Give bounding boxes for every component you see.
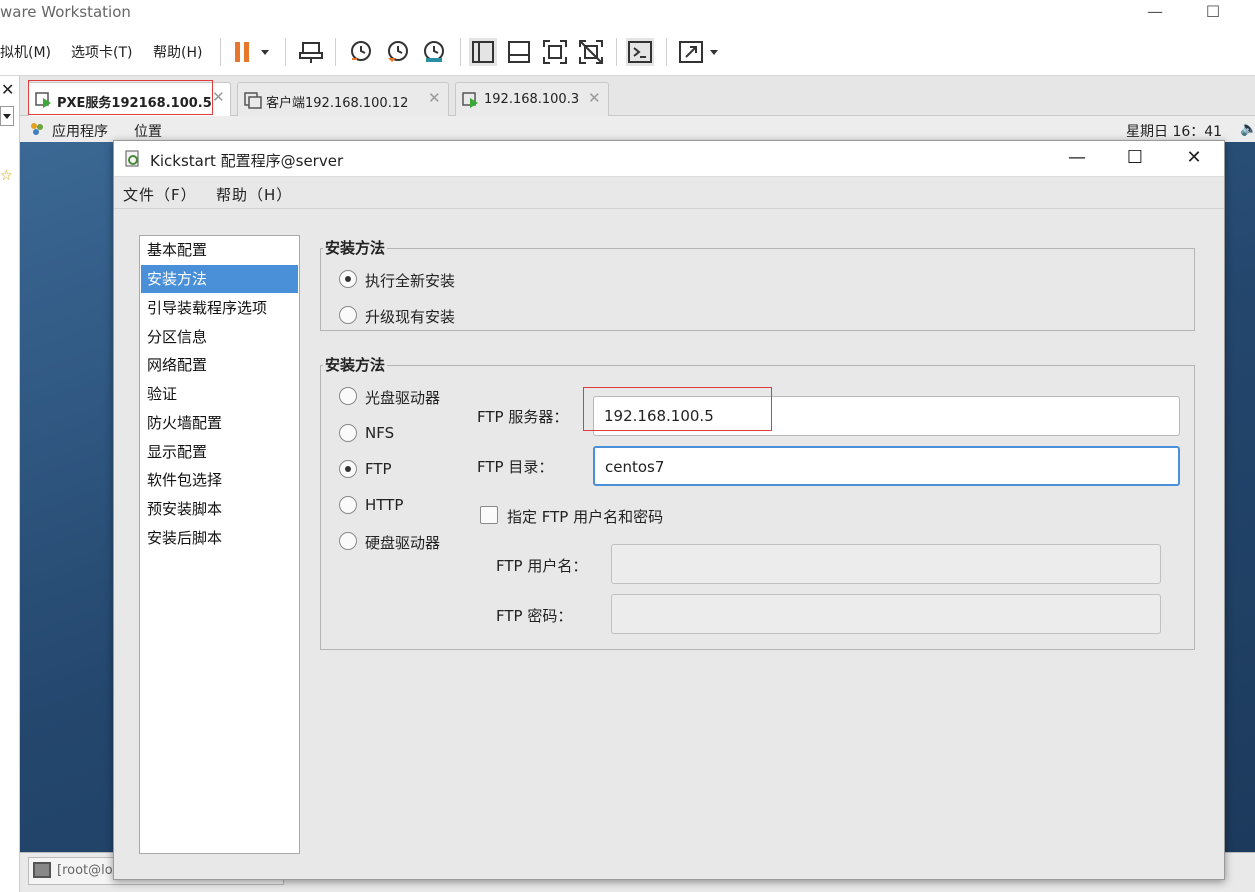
applications-menu[interactable]: 应用程序	[52, 121, 108, 141]
tab-label: 客户端192.168.100.12	[266, 96, 409, 111]
nav-network[interactable]: 网络配置	[141, 351, 298, 379]
maximize-button[interactable]: ☐	[1198, 2, 1228, 24]
vm-running-icon	[462, 91, 480, 109]
tab-vm-100-3[interactable]: 192.168.100.3 ✕	[455, 82, 609, 116]
ftp-server-label: FTP 服务器：	[477, 408, 569, 426]
menu-help[interactable]: 帮助(H)	[153, 42, 202, 62]
install-type-title: 安装方法	[323, 237, 388, 258]
fresh-install-label[interactable]: 执行全新安装	[365, 270, 455, 291]
vmware-toolbar: 拟机(M) 选项卡(T) 帮助(H)	[0, 26, 1255, 76]
nav-bootloader[interactable]: 引导装载程序选项	[141, 294, 298, 322]
toolbar-separator	[220, 38, 221, 66]
highlight-box	[583, 387, 772, 431]
taskbar-item-label: [root@lo	[57, 863, 113, 878]
tab-close-icon[interactable]: ✕	[428, 89, 441, 107]
applications-icon	[30, 122, 44, 136]
harddisk-radio[interactable]	[339, 532, 357, 550]
star-icon: ☆	[0, 168, 13, 184]
close-library-icon[interactable]: ✕	[1, 80, 14, 99]
nav-post-script[interactable]: 安装后脚本	[141, 524, 298, 552]
fresh-install-radio[interactable]	[339, 270, 357, 288]
snapshot-manager-icon[interactable]	[420, 38, 448, 66]
harddisk-label[interactable]: 硬盘驱动器	[365, 532, 440, 553]
category-list: 基本配置 安装方法 引导装载程序选项 分区信息 网络配置 验证 防火墙配置 显示…	[139, 235, 300, 854]
show-library-icon[interactable]	[469, 38, 497, 66]
ftp-radio[interactable]	[339, 460, 357, 478]
chevron-down-icon[interactable]	[705, 38, 723, 66]
revert-snapshot-icon[interactable]	[384, 38, 412, 66]
nfs-radio[interactable]	[339, 424, 357, 442]
upgrade-label[interactable]: 升级现有安装	[365, 306, 455, 327]
menu-file[interactable]: 文件（F）	[123, 184, 197, 205]
library-dropdown[interactable]	[0, 106, 14, 126]
kickstart-titlebar[interactable]: Kickstart 配置程序@server — ☐ ✕	[114, 141, 1224, 177]
ks-maximize-button[interactable]: ☐	[1120, 147, 1150, 171]
ftp-password-input[interactable]	[611, 594, 1161, 634]
ftp-user-label: FTP 用户名：	[496, 557, 588, 575]
ks-minimize-button[interactable]: —	[1062, 147, 1092, 171]
chevron-down-icon[interactable]	[256, 38, 274, 66]
gnome-top-bar: 应用程序 位置 星期日 16：41 🔈	[20, 116, 1255, 142]
stretch-icon[interactable]	[677, 38, 705, 66]
ftp-credentials-label[interactable]: 指定 FTP 用户名和密码	[507, 506, 663, 527]
tab-close-icon[interactable]: ✕	[588, 89, 601, 107]
nfs-label[interactable]: NFS	[365, 424, 394, 442]
ks-close-button[interactable]: ✕	[1179, 147, 1209, 171]
tab-client[interactable]: 客户端192.168.100.12 ✕	[237, 82, 449, 116]
library-panel: ✕ ☆	[0, 76, 20, 892]
ftp-dir-label: FTP 目录：	[477, 458, 554, 476]
places-menu[interactable]: 位置	[134, 121, 162, 141]
nav-partition[interactable]: 分区信息	[141, 323, 298, 351]
cdrom-radio[interactable]	[339, 387, 357, 405]
nav-pre-script[interactable]: 预安装脚本	[141, 495, 298, 523]
volume-icon[interactable]: 🔈	[1240, 121, 1255, 137]
toolbar-separator	[616, 38, 617, 66]
tab-label: 192.168.100.3	[484, 92, 580, 107]
pause-icon[interactable]	[230, 38, 258, 66]
toolbar-separator	[285, 38, 286, 66]
ftp-dir-input[interactable]: centos7	[593, 446, 1180, 486]
menu-tabs[interactable]: 选项卡(T)	[71, 42, 132, 62]
kickstart-title: Kickstart 配置程序@server	[150, 152, 344, 170]
nav-auth[interactable]: 验证	[141, 380, 298, 408]
nav-firewall[interactable]: 防火墙配置	[141, 409, 298, 437]
toolbar-separator	[335, 38, 336, 66]
kickstart-app-icon	[124, 150, 142, 168]
app-title: ware Workstation	[0, 3, 131, 21]
menu-help[interactable]: 帮助（H）	[216, 184, 292, 205]
ftp-user-input[interactable]	[611, 544, 1161, 584]
console-icon[interactable]	[626, 38, 654, 66]
kickstart-window: Kickstart 配置程序@server — ☐ ✕ 文件（F） 帮助（H） …	[113, 140, 1225, 880]
nav-display[interactable]: 显示配置	[141, 438, 298, 466]
tab-close-icon[interactable]: ✕	[212, 88, 225, 106]
thumbnail-bar-icon[interactable]	[505, 38, 533, 66]
ftp-credentials-checkbox[interactable]	[480, 506, 498, 524]
upgrade-radio[interactable]	[339, 306, 357, 324]
nav-install-method[interactable]: 安装方法	[141, 265, 298, 293]
kickstart-menubar: 文件（F） 帮助（H）	[114, 177, 1224, 209]
vmware-titlebar: ware Workstation — ☐	[0, 0, 1255, 26]
unity-icon[interactable]	[577, 38, 605, 66]
cdrom-label[interactable]: 光盘驱动器	[365, 387, 440, 408]
terminal-icon	[33, 862, 51, 878]
install-method-title: 安装方法	[323, 354, 388, 375]
toolbar-separator	[666, 38, 667, 66]
toolbar-separator	[460, 38, 461, 66]
highlight-box	[28, 80, 213, 115]
snapshot-icon[interactable]	[347, 38, 375, 66]
ftp-label[interactable]: FTP	[365, 460, 392, 478]
menu-vm[interactable]: 拟机(M)	[0, 42, 51, 62]
fullscreen-icon[interactable]	[541, 38, 569, 66]
minimize-button[interactable]: —	[1140, 2, 1170, 24]
http-radio[interactable]	[339, 496, 357, 514]
send-ctrl-alt-del-icon[interactable]	[297, 38, 325, 66]
vm-icon	[244, 91, 262, 109]
nav-basic-config[interactable]: 基本配置	[141, 236, 298, 264]
nav-packages[interactable]: 软件包选择	[141, 466, 298, 494]
vm-tab-bar: PXE服务192168.100.5 ✕ 客户端192.168.100.12 ✕ …	[20, 76, 1255, 116]
http-label[interactable]: HTTP	[365, 496, 403, 514]
ftp-password-label: FTP 密码：	[496, 607, 573, 625]
clock[interactable]: 星期日 16：41	[1126, 121, 1222, 141]
